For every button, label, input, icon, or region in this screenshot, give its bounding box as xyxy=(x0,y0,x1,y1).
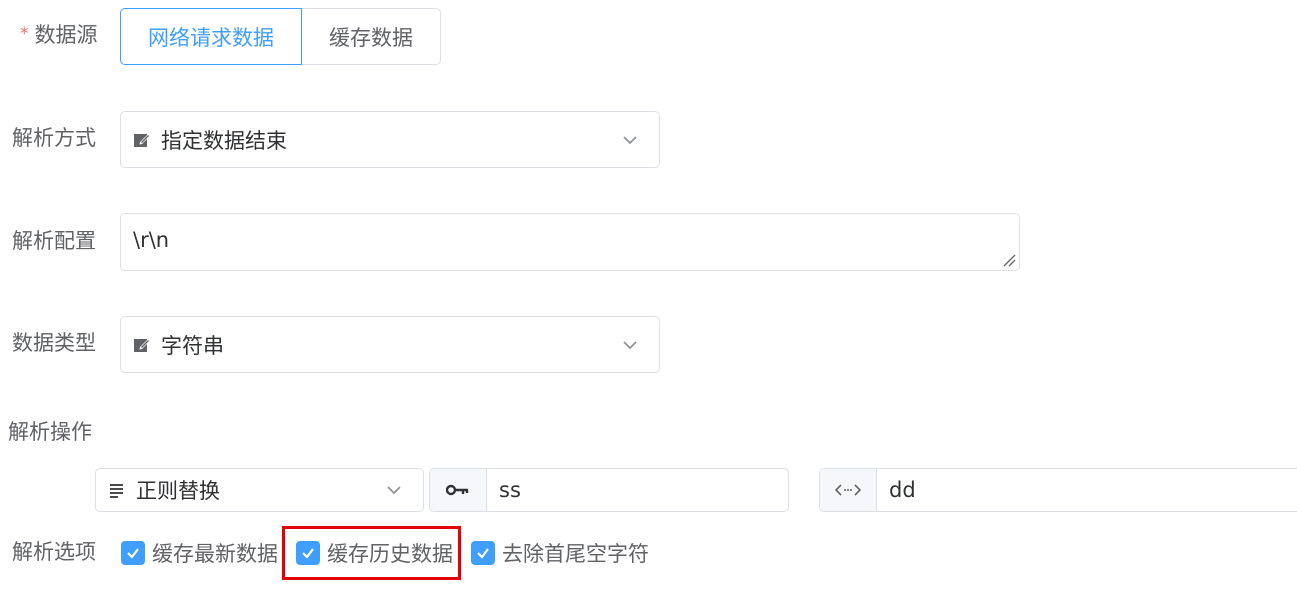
edit-icon xyxy=(134,338,150,352)
checkbox-cache-latest[interactable]: 缓存最新数据 xyxy=(121,539,278,567)
replace-prefix xyxy=(820,469,877,511)
data-source-label: * 数据源 xyxy=(20,21,98,51)
resize-handle-icon[interactable] xyxy=(1002,253,1016,267)
chevron-down-icon xyxy=(623,340,637,349)
chevron-down-icon xyxy=(387,486,401,495)
checkbox-trim-whitespace[interactable]: 去除首尾空字符 xyxy=(471,539,649,567)
edit-icon xyxy=(134,133,150,147)
parse-config-value: \r\n xyxy=(133,228,170,252)
replace-input[interactable]: dd xyxy=(877,469,916,511)
parse-method-label: 解析方式 xyxy=(12,126,96,150)
parse-method-value: 指定数据结束 xyxy=(161,128,287,153)
data-type-select[interactable]: 字符串 xyxy=(120,316,660,373)
highlight-box xyxy=(282,526,461,580)
required-mark: * xyxy=(20,24,29,44)
data-type-value: 字符串 xyxy=(161,333,224,358)
checkbox-checked-icon xyxy=(471,541,495,565)
parse-operation-label: 解析操作 xyxy=(8,420,92,444)
data-source-segmented: 网络请求数据 缓存数据 xyxy=(120,8,441,65)
checkbox-label: 缓存最新数据 xyxy=(152,542,278,566)
data-source-option-cache[interactable]: 缓存数据 xyxy=(302,8,441,65)
checkbox-label: 去除首尾空字符 xyxy=(502,542,649,566)
key-input[interactable]: ss xyxy=(487,469,521,511)
parse-config-label: 解析配置 xyxy=(12,229,96,253)
key-input-group: ss xyxy=(429,468,789,512)
parse-method-select[interactable]: 指定数据结束 xyxy=(120,111,660,168)
chevron-down-icon xyxy=(623,135,637,144)
data-source-label-text: 数据源 xyxy=(34,23,98,47)
parse-config-textarea[interactable]: \r\n xyxy=(120,213,1020,271)
replace-input-group: dd xyxy=(819,468,1297,512)
operation-select-value: 正则替换 xyxy=(136,479,220,503)
parse-options-label: 解析选项 xyxy=(12,540,96,564)
key-icon xyxy=(446,484,469,496)
checkbox-checked-icon xyxy=(121,541,145,565)
operation-select[interactable]: 正则替换 xyxy=(95,468,424,512)
key-prefix xyxy=(430,469,487,511)
data-type-label: 数据类型 xyxy=(12,331,96,355)
data-source-option-network[interactable]: 网络请求数据 xyxy=(120,8,302,65)
code-arrows-icon xyxy=(835,484,861,496)
list-icon xyxy=(110,484,123,498)
